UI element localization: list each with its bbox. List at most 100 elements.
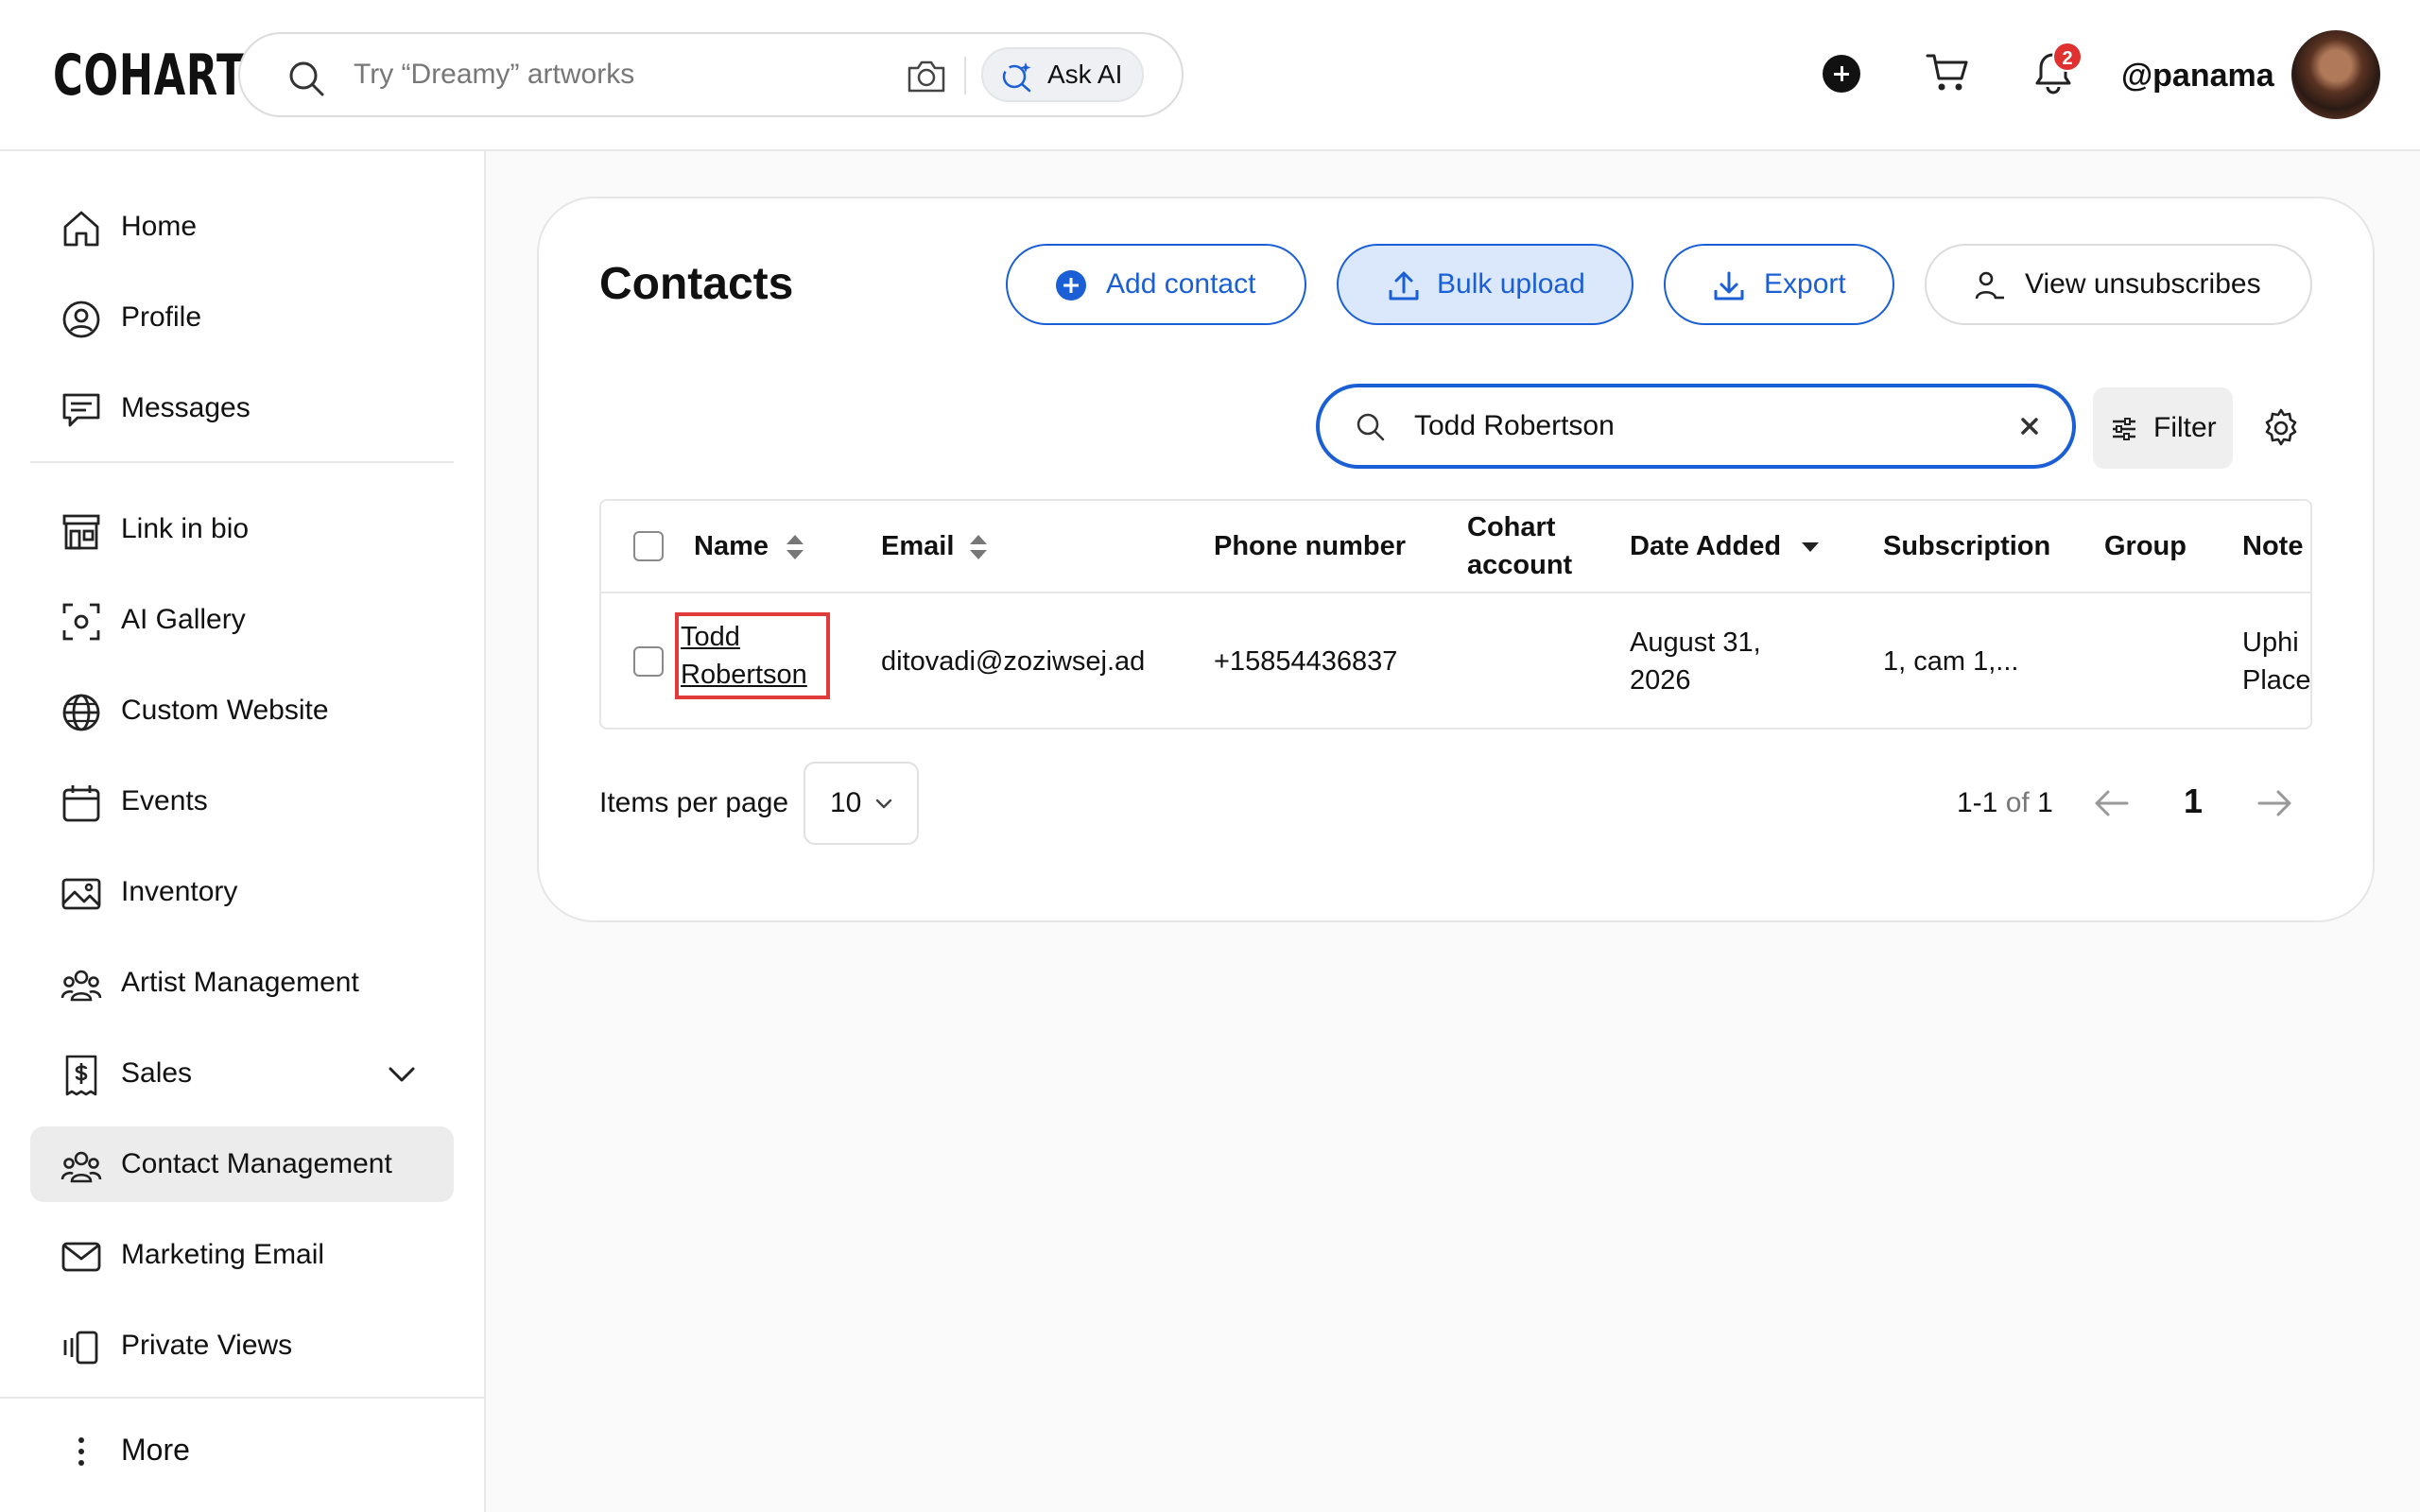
column-header-note[interactable]: Note [2242, 527, 2303, 565]
contact-note-line2: Place [2242, 665, 2311, 696]
range-of: of [2005, 787, 2030, 818]
people-icon [60, 964, 102, 1005]
page-title: Contacts [599, 259, 794, 309]
contact-note: Uphi Place [2242, 624, 2311, 699]
user-minus-icon [1974, 269, 2006, 301]
create-plus-button[interactable] [1823, 55, 1860, 93]
more-vertical-icon [60, 1431, 102, 1472]
sidebar-item-messages[interactable]: Messages [30, 370, 454, 446]
mail-icon [60, 1236, 102, 1278]
pagination-range: 1-1 of 1 [1957, 781, 2053, 826]
notification-count-badge: 2 [2052, 42, 2083, 72]
ask-ai-label: Ask AI [1047, 60, 1123, 89]
profile-icon [60, 299, 102, 340]
add-contact-button[interactable]: Add contact [1006, 244, 1306, 325]
chevron-down-icon[interactable] [386, 1058, 418, 1091]
sort-icon[interactable] [785, 533, 805, 561]
storefront-icon [60, 510, 102, 552]
current-page[interactable]: 1 [2184, 777, 2203, 826]
sort-descending-icon[interactable] [1800, 541, 1821, 554]
sidebar-divider [30, 461, 454, 463]
column-header-group[interactable]: Group [2104, 527, 2187, 565]
sidebar-item-private-views[interactable]: Private Views [30, 1308, 454, 1383]
gear-icon[interactable] [2261, 408, 2301, 448]
sidebar-item-contact-management[interactable]: Contact Management [30, 1126, 454, 1202]
sort-icon[interactable] [968, 533, 989, 561]
contact-name-line2: Robertson [681, 660, 807, 690]
table-row: Todd Robertson ditovadi@zoziwsej.ad +158… [601, 593, 2311, 728]
contact-search-value[interactable]: Todd Robertson [1414, 387, 1615, 465]
sidebar-item-sales[interactable]: Sales [30, 1036, 454, 1111]
search-placeholder[interactable]: Try “Dreamy” artworks [354, 34, 634, 115]
plus-circle-icon [1055, 269, 1087, 301]
camera-icon[interactable] [906, 57, 947, 94]
sidebar-item-inventory[interactable]: Inventory [30, 854, 454, 930]
export-button[interactable]: Export [1664, 244, 1894, 325]
contact-phone: +15854436837 [1214, 646, 1398, 677]
sidebar-item-ai-gallery[interactable]: AI Gallery [30, 582, 454, 658]
ask-ai-button[interactable]: Ask AI [981, 47, 1144, 102]
search-icon [1356, 412, 1386, 442]
sidebar-item-label: Inventory [121, 876, 238, 907]
sidebar-item-artist-management[interactable]: Artist Management [30, 945, 454, 1021]
sidebar-item-label: Artist Management [121, 967, 359, 998]
view-unsubscribes-button[interactable]: View unsubscribes [1925, 244, 2312, 325]
range-start: 1-1 [1957, 787, 1998, 818]
arrow-left-icon[interactable] [2093, 786, 2131, 820]
ai-gallery-icon [60, 601, 102, 643]
upload-icon [1388, 269, 1420, 301]
arrow-right-icon[interactable] [2256, 786, 2293, 820]
add-contact-label: Add contact [1106, 268, 1256, 300]
filter-button[interactable]: Filter [2093, 387, 2233, 469]
bulk-upload-button[interactable]: Bulk upload [1337, 244, 1634, 325]
contacts-table: Name Email Phone number Cohart account D… [599, 499, 2312, 730]
sidebar-item-link-in-bio[interactable]: Link in bio [30, 491, 454, 567]
table-header: Name Email Phone number Cohart account D… [601, 501, 2310, 593]
column-header-date-added[interactable]: Date Added [1630, 527, 1781, 565]
column-header-cohart-account[interactable]: Cohart account [1467, 508, 1572, 584]
column-header-email[interactable]: Email [881, 527, 954, 565]
row-checkbox[interactable] [633, 646, 664, 677]
filter-label: Filter [2153, 412, 2217, 443]
contact-date-line2: 2026 [1630, 665, 1691, 696]
items-per-page-select[interactable]: 10 [804, 762, 919, 845]
view-unsubscribes-label: View unsubscribes [2025, 268, 2261, 300]
sidebar-item-more[interactable]: More [30, 1412, 454, 1487]
sidebar-item-label: Private Views [121, 1330, 293, 1361]
sidebar-item-profile[interactable]: Profile [30, 280, 454, 355]
select-all-checkbox[interactable] [633, 531, 664, 561]
contact-email: ditovadi@zoziwsej.ad [881, 646, 1146, 677]
sidebar-item-label: Messages [121, 392, 251, 423]
contact-search-input[interactable]: Todd Robertson [1316, 384, 2076, 469]
messages-icon [60, 389, 102, 431]
cohart-logo[interactable]: COHART [53, 43, 245, 108]
people-icon [60, 1145, 102, 1187]
avatar[interactable] [2291, 30, 2380, 119]
dollar-icon [60, 1055, 102, 1096]
range-total: 1 [2037, 787, 2053, 818]
sidebar-item-label: AI Gallery [121, 604, 246, 635]
sidebar-item-marketing-email[interactable]: Marketing Email [30, 1217, 454, 1293]
sidebar-item-events[interactable]: Events [30, 764, 454, 839]
sidebar-item-home[interactable]: Home [30, 189, 454, 265]
username[interactable]: @panama [2121, 53, 2274, 98]
top-bar: COHART Try “Dreamy” artworks Ask AI 2 @p… [0, 0, 2420, 151]
export-label: Export [1764, 268, 1846, 300]
calendar-icon [60, 782, 102, 824]
contact-note-line1: Uphi [2242, 627, 2299, 658]
sidebar-item-label: Home [121, 211, 198, 242]
contact-name-line1: Todd [681, 622, 740, 652]
global-search-bar[interactable]: Try “Dreamy” artworks Ask AI [238, 32, 1184, 117]
column-header-name[interactable]: Name [694, 527, 769, 565]
column-header-cohart-line1: Cohart [1467, 512, 1556, 542]
sliders-icon [2110, 416, 2138, 442]
globe-icon [60, 692, 102, 733]
clear-search-icon[interactable] [2015, 412, 2044, 440]
contact-name-link[interactable]: Todd Robertson [675, 612, 830, 699]
sidebar-item-label: Events [121, 785, 208, 816]
sidebar-item-label: Profile [121, 301, 202, 333]
column-header-subscription[interactable]: Subscription [1883, 527, 2050, 565]
sidebar-item-custom-website[interactable]: Custom Website [30, 673, 454, 748]
column-header-phone[interactable]: Phone number [1214, 527, 1406, 565]
cart-icon[interactable] [1925, 51, 1970, 94]
